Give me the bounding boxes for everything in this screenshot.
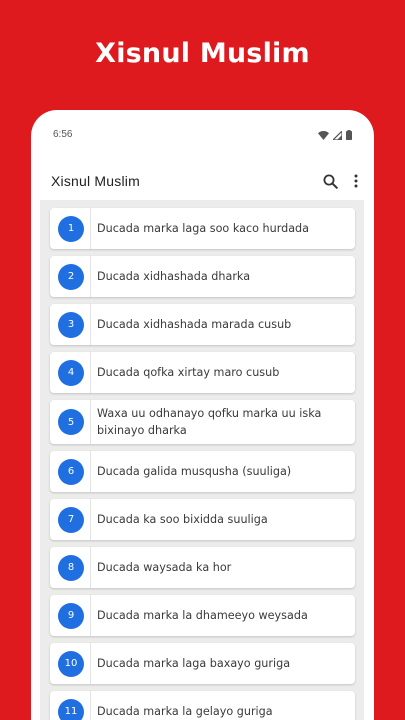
list-item[interactable]: 5 Waxa uu odhanayo qofku marka uu iska b… xyxy=(50,400,355,444)
item-number-badge: 5 xyxy=(58,409,84,435)
item-number-badge: 8 xyxy=(58,554,84,581)
list-item[interactable]: 10 Ducada marka laga baxayo guriga xyxy=(50,643,355,684)
battery-icon xyxy=(346,130,352,140)
item-divider xyxy=(90,208,91,249)
list-item[interactable]: 11 Ducada marka la gelayo guriga xyxy=(50,691,355,720)
item-divider xyxy=(90,304,91,345)
app-actions xyxy=(323,174,358,189)
item-label: Ducada marka laga soo kaco hurdada xyxy=(97,222,310,235)
item-number-badge: 7 xyxy=(58,506,84,533)
item-label: Ducada marka la dhameeyo weysada xyxy=(97,609,308,622)
item-divider xyxy=(90,547,91,588)
app-title: Xisnul Muslim xyxy=(51,173,140,189)
list-item[interactable]: 6 Ducada galida musqusha (suuliga) xyxy=(50,451,355,492)
item-label: Ducada waysada ka hor xyxy=(97,561,232,574)
item-label: Ducada ka soo bixidda suuliga xyxy=(97,513,268,526)
item-number-badge: 2 xyxy=(58,263,84,290)
item-label: Ducada marka laga baxayo guriga xyxy=(97,657,291,670)
promo-title: Xisnul Muslim xyxy=(95,38,310,69)
search-icon[interactable] xyxy=(323,174,338,189)
item-label: Ducada xidhashada marada cusub xyxy=(97,318,292,331)
list-item[interactable]: 9 Ducada marka la dhameeyo weysada xyxy=(50,595,355,636)
status-time: 6:56 xyxy=(53,129,73,140)
list-item[interactable]: 8 Ducada waysada ka hor xyxy=(50,547,355,588)
item-divider xyxy=(90,400,91,444)
app-bar: Xisnul Muslim xyxy=(31,166,374,196)
wifi-icon xyxy=(318,130,329,140)
item-divider xyxy=(90,643,91,684)
item-number-badge: 3 xyxy=(58,311,84,338)
item-number-badge: 11 xyxy=(58,698,84,720)
more-vert-icon[interactable] xyxy=(354,174,358,188)
item-label: Ducada marka la gelayo guriga xyxy=(97,705,273,718)
list-item[interactable]: 3 Ducada xidhashada marada cusub xyxy=(50,304,355,345)
item-divider xyxy=(90,352,91,393)
item-divider xyxy=(90,691,91,720)
phone-screen: 6:56 Xisnul Muslim 1 Ducada marka laga s… xyxy=(31,110,374,720)
item-number-badge: 10 xyxy=(58,650,84,677)
item-label: Waxa uu odhanayo qofku marka uu iska bix… xyxy=(97,407,322,437)
status-bar: 6:56 xyxy=(31,110,374,146)
item-label: Ducada galida musqusha (suuliga) xyxy=(97,465,292,478)
item-label: Ducada xidhashada dharka xyxy=(97,270,251,283)
list-item[interactable]: 2 Ducada xidhashada dharka xyxy=(50,256,355,297)
item-label: Ducada qofka xirtay maro cusub xyxy=(97,366,280,379)
item-number-badge: 6 xyxy=(58,458,84,485)
item-divider xyxy=(90,499,91,540)
item-divider xyxy=(90,451,91,492)
list-item[interactable]: 1 Ducada marka laga soo kaco hurdada xyxy=(50,208,355,249)
status-icons xyxy=(318,130,352,140)
item-number-badge: 9 xyxy=(58,602,84,629)
item-number-badge: 1 xyxy=(58,215,84,242)
item-number-badge: 4 xyxy=(58,359,84,386)
item-divider xyxy=(90,595,91,636)
list-item[interactable]: 7 Ducada ka soo bixidda suuliga xyxy=(50,499,355,540)
signal-icon xyxy=(333,130,342,140)
item-divider xyxy=(90,256,91,297)
list-item[interactable]: 4 Ducada qofka xirtay maro cusub xyxy=(50,352,355,393)
dua-list: 1 Ducada marka laga soo kaco hurdada 2 D… xyxy=(50,208,355,720)
